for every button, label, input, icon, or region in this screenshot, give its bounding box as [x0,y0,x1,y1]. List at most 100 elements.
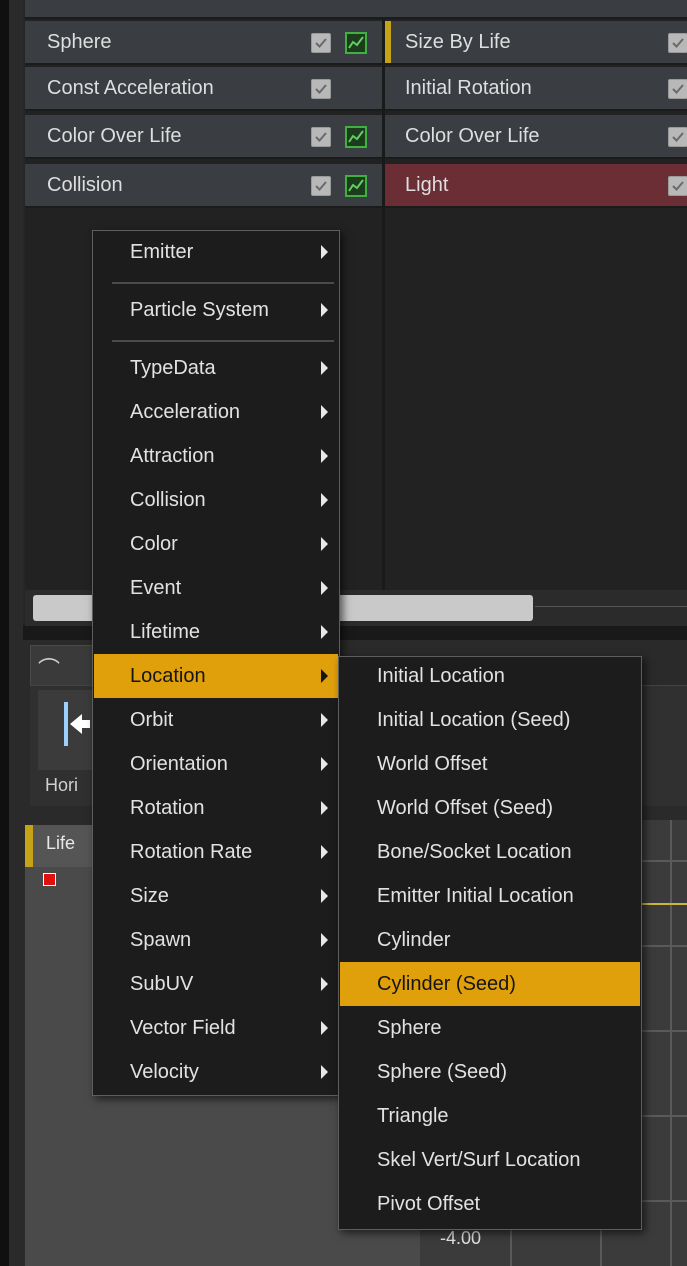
emitter-header-row [25,0,687,19]
submenu-item-cylinder-seed[interactable]: Cylinder (Seed) [340,962,640,1006]
submenu-item-sphere-seed[interactable]: Sphere (Seed) [340,1050,640,1094]
menu-item-label: Rotation Rate [130,840,253,863]
submenu-item-label: Sphere [377,1016,442,1039]
submenu-item-label: Bone/Socket Location [377,840,572,863]
submenu-item-label: Initial Location (Seed) [377,708,571,731]
menu-item-label: Velocity [130,1060,199,1083]
menu-item-collision[interactable]: Collision [94,478,338,522]
module-label: Color Over Life [47,124,182,147]
submenu-item-label: World Offset (Seed) [377,796,553,819]
module-label: Sphere [47,30,112,53]
module-label: Color Over Life [405,124,540,147]
submenu-arrow-icon [321,625,328,639]
submenu-item-label: Emitter Initial Location [377,884,574,907]
module-label: Initial Rotation [405,76,532,99]
curve-toggle-icon[interactable] [345,32,367,54]
horizontal-fit-label: Hori [45,775,79,795]
submenu-item-label: Skel Vert/Surf Location [377,1148,581,1171]
submenu-item-initial-location-seed[interactable]: Initial Location (Seed) [340,698,640,742]
module-enabled-checkbox[interactable] [311,127,331,147]
menu-item-spawn[interactable]: Spawn [94,918,338,962]
menu-item-orbit[interactable]: Orbit [94,698,338,742]
menu-item-typedata[interactable]: TypeData [94,346,338,390]
module-enabled-checkbox[interactable] [668,176,687,196]
module-row-size-by-life[interactable]: Size By Life [385,21,687,65]
module-enabled-checkbox[interactable] [311,79,331,99]
submenu-item-cylinder[interactable]: Cylinder [340,918,640,962]
module-row-light[interactable]: Light [385,164,687,208]
menu-item-label: Attraction [130,444,215,467]
submenu-item-sphere[interactable]: Sphere [340,1006,640,1050]
submenu-arrow-icon [321,757,328,771]
module-row-collision[interactable]: Collision [25,164,382,208]
curve-toggle-icon[interactable] [345,126,367,148]
menu-item-size[interactable]: Size [94,874,338,918]
menu-item-location[interactable]: Location [94,654,338,698]
module-row-sphere[interactable]: Sphere [25,21,382,65]
submenu-arrow-icon [321,405,328,419]
submenu-item-label: Cylinder [377,928,451,951]
menu-separator [112,282,334,284]
curve-item-label: Life [46,833,76,853]
submenu-arrow-icon [321,537,328,551]
menu-item-label: Rotation [130,796,205,819]
submenu-arrow-icon [321,1021,328,1035]
menu-item-label: Location [130,664,206,687]
submenu-arrow-icon [321,493,328,507]
module-enabled-checkbox[interactable] [668,127,687,147]
menu-item-color[interactable]: Color [94,522,338,566]
submenu-item-label: Triangle [377,1104,449,1127]
menu-item-lifetime[interactable]: Lifetime [94,610,338,654]
module-row-color-over-life-2[interactable]: Color Over Life [385,115,687,159]
menu-item-emitter[interactable]: Emitter [94,230,338,274]
menu-item-label: Collision [130,488,206,511]
submenu-item-triangle[interactable]: Triangle [340,1094,640,1138]
submenu-item-emitter-initial-location[interactable]: Emitter Initial Location [340,874,640,918]
curve-line [640,903,687,905]
menu-item-label: Emitter [130,240,194,263]
module-enabled-checkbox[interactable] [311,176,331,196]
submenu-arrow-icon [321,977,328,991]
menu-item-rotation-rate[interactable]: Rotation Rate [94,830,338,874]
submenu-arrow-icon [321,581,328,595]
menu-item-event[interactable]: Event [94,566,338,610]
menu-item-vector-field[interactable]: Vector Field [94,1006,338,1050]
menu-item-attraction[interactable]: Attraction [94,434,338,478]
submenu-arrow-icon [321,361,328,375]
module-row-color-over-life[interactable]: Color Over Life [25,115,382,159]
submenu-item-pivot-offset[interactable]: Pivot Offset [340,1182,640,1226]
submenu-arrow-icon [321,801,328,815]
submenu-arrow-icon [321,845,328,859]
curve-editor-icon: ⌒ [38,657,61,682]
module-row-initial-rotation[interactable]: Initial Rotation [385,67,687,111]
submenu-item-bone-socket-location[interactable]: Bone/Socket Location [340,830,640,874]
submenu-item-world-offset-seed[interactable]: World Offset (Seed) [340,786,640,830]
menu-item-label: Color [130,532,178,555]
menu-item-subuv[interactable]: SubUV [94,962,338,1006]
module-enabled-checkbox[interactable] [311,33,331,53]
menu-item-label: Event [130,576,182,599]
module-enabled-checkbox[interactable] [668,33,687,53]
submenu-item-world-offset[interactable]: World Offset [340,742,640,786]
menu-item-label: Size [130,884,169,907]
module-label: Collision [47,173,123,196]
submenu-item-skel-vert-surf-location[interactable]: Skel Vert/Surf Location [340,1138,640,1182]
scrollbar-line [535,606,687,607]
submenu-item-label: World Offset [377,752,488,775]
menu-item-label: SubUV [130,972,194,995]
curve-color-swatch[interactable] [43,873,56,886]
menu-item-label: TypeData [130,356,216,379]
submenu-item-initial-location[interactable]: Initial Location [340,654,640,698]
submenu-arrow-icon [321,933,328,947]
menu-item-orientation[interactable]: Orientation [94,742,338,786]
curve-toggle-icon[interactable] [345,175,367,197]
module-row-const-acceleration[interactable]: Const Acceleration [25,67,382,111]
menu-item-velocity[interactable]: Velocity [94,1050,338,1094]
menu-item-acceleration[interactable]: Acceleration [94,390,338,434]
menu-item-particle-system[interactable]: Particle System [94,288,338,332]
horizontal-fit-icon [64,702,90,746]
module-enabled-checkbox[interactable] [668,79,687,99]
submenu-arrow-icon [321,245,328,259]
panel-border [9,0,23,1266]
menu-item-rotation[interactable]: Rotation [94,786,338,830]
